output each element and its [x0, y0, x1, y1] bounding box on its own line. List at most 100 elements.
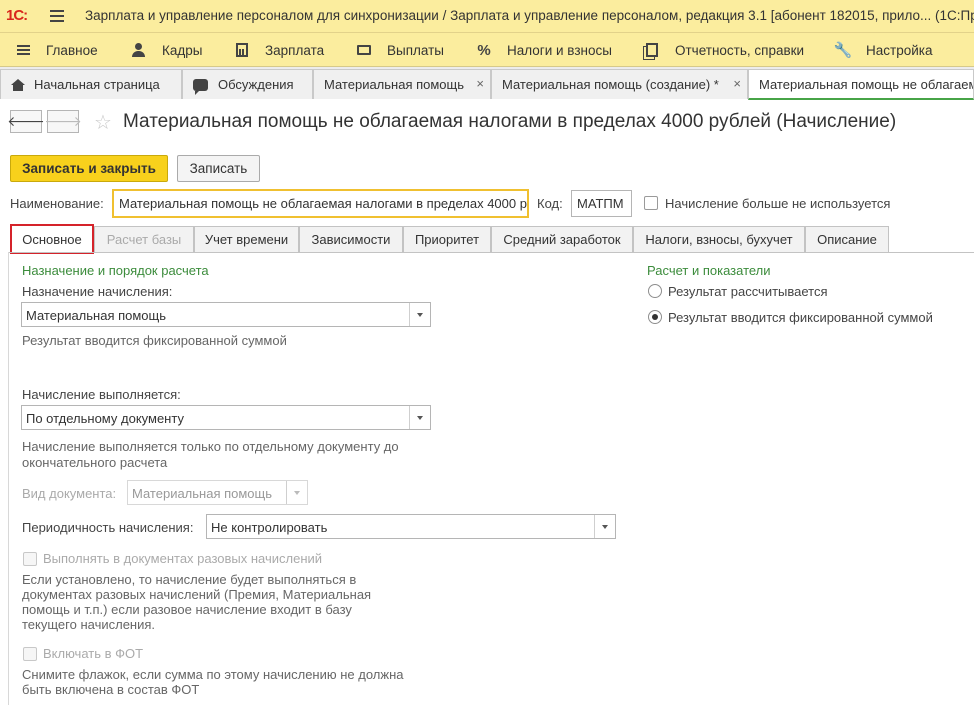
onetime-note-line-4: текущего начисления.	[22, 617, 156, 632]
calculator-icon	[233, 41, 251, 59]
name-field-value: Материальная помощь не облагаемая налога…	[119, 196, 529, 211]
onetime-checkbox-label: Выполнять в документах разовых начислени…	[43, 551, 323, 566]
list-icon	[14, 41, 32, 59]
onetime-note-line-3: помощь и т.п.) если разовое начисление в…	[22, 602, 352, 617]
home-icon	[11, 78, 25, 91]
chevron-down-icon[interactable]	[594, 515, 615, 538]
tab-taxes-accounting[interactable]: Налоги, взносы, бухучет	[633, 226, 805, 253]
tab-time-tracking[interactable]: Учет времени	[194, 226, 299, 253]
unused-checkbox-label: Начисление больше не используется	[665, 196, 891, 211]
tab-panel-border-left	[8, 252, 9, 705]
fot-checkbox-label: Включать в ФОТ	[43, 646, 144, 661]
onetime-note-line-1: Если установлено, то начисление будет вы…	[22, 572, 357, 587]
period-dropdown[interactable]: Не контролировать	[206, 514, 616, 539]
close-icon[interactable]: ×	[733, 76, 741, 91]
arrow-right-icon: 🡒	[44, 113, 82, 129]
hamburger-menu-icon[interactable]	[50, 10, 64, 22]
purpose-label: Назначение начисления:	[22, 284, 173, 299]
tab-description[interactable]: Описание	[805, 226, 889, 253]
radio-fixed[interactable]	[648, 310, 662, 324]
save-button[interactable]: Записать	[177, 155, 260, 182]
tab-label: Материальная помощь не облагаемая налога…	[759, 76, 973, 92]
page-title: Материальная помощь не облагаемая налога…	[123, 111, 897, 132]
menu-item-reports[interactable]: Отчетность, справки	[643, 33, 804, 67]
tab-material-aid-create[interactable]: Материальная помощь (создание) * ×	[491, 69, 748, 99]
menu-item-label: Выплаты	[387, 42, 444, 58]
doc-type-dropdown: Материальная помощь	[127, 480, 308, 505]
main-menu: Главное Кадры Зарплата Выплаты % Налоги …	[0, 33, 974, 67]
menu-item-label: Главное	[46, 42, 98, 58]
period-label: Периодичность начисления:	[22, 520, 194, 535]
unused-checkbox[interactable]	[644, 196, 658, 210]
radio-fixed-label: Результат вводится фиксированной суммой	[668, 310, 933, 325]
fot-checkbox	[23, 647, 37, 661]
purpose-value: Материальная помощь	[26, 308, 167, 323]
menu-item-payments[interactable]: Выплаты	[355, 33, 444, 67]
tab-priority[interactable]: Приоритет	[403, 226, 491, 253]
name-field[interactable]: Материальная помощь не облагаемая налога…	[112, 189, 529, 218]
tab-discussions[interactable]: Обсуждения	[182, 69, 313, 99]
open-windows-tabs: Начальная страница Обсуждения Материальн…	[0, 67, 974, 100]
exec-label: Начисление выполняется:	[22, 387, 181, 402]
wallet-icon	[355, 41, 373, 59]
tab-label: Обсуждения	[218, 77, 294, 92]
menu-item-label: Настройка	[866, 42, 933, 58]
exec-note-line-1: Начисление выполняется только по отдельн…	[22, 439, 399, 454]
code-field-value: МАТПМ	[577, 196, 624, 211]
radio-calculated[interactable]	[648, 284, 662, 298]
purpose-group-title: Назначение и порядок расчета	[22, 263, 209, 278]
calc-group-title: Расчет и показатели	[647, 263, 771, 278]
exec-note-line-2: окончательного расчета	[22, 455, 168, 470]
menu-item-label: Отчетность, справки	[675, 42, 805, 58]
fot-note-line-2: быть включена в состав ФОТ	[22, 682, 200, 697]
save-and-close-button[interactable]: Записать и закрыть	[10, 155, 168, 182]
tab-home[interactable]: Начальная страница	[0, 69, 182, 99]
menu-item-label: Зарплата	[265, 42, 325, 58]
menu-item-salary[interactable]: Зарплата	[233, 33, 324, 67]
purpose-note: Результат вводится фиксированной суммой	[22, 333, 287, 348]
chevron-down-icon[interactable]	[409, 303, 430, 326]
tab-average-earnings[interactable]: Средний заработок	[491, 226, 633, 253]
tab-label: Материальная помощь (создание) *	[502, 77, 719, 92]
title-bar: 1С: Зарплата и управление персоналом для…	[0, 0, 974, 33]
tab-dependencies[interactable]: Зависимости	[299, 226, 403, 253]
menu-item-settings[interactable]: 🔧 Настройка	[833, 33, 933, 67]
exec-value: По отдельному документу	[26, 411, 184, 426]
onetime-checkbox	[23, 552, 37, 566]
menu-item-main[interactable]: Главное	[14, 33, 98, 67]
tab-label: Материальная помощь	[324, 77, 465, 92]
forward-button[interactable]: 🡒	[44, 110, 82, 133]
radio-calculated-label: Результат рассчитывается	[668, 284, 828, 299]
close-icon[interactable]: ×	[476, 76, 484, 91]
tab-base-calculation: Расчет базы	[94, 226, 194, 253]
chat-icon	[193, 78, 208, 95]
people-icon	[130, 41, 148, 59]
tab-label: Начальная страница	[34, 77, 160, 92]
tab-main[interactable]: Основное	[10, 224, 94, 254]
wrench-icon: 🔧	[833, 42, 853, 59]
back-button[interactable]: 🡐	[7, 110, 45, 133]
arrow-left-icon: 🡐	[7, 113, 45, 129]
exec-dropdown[interactable]: По отдельному документу	[21, 405, 431, 430]
menu-item-label: Кадры	[162, 42, 203, 58]
percent-icon: %	[477, 41, 491, 59]
code-label: Код:	[537, 196, 563, 211]
menu-item-label: Налоги и взносы	[507, 42, 612, 58]
period-value: Не контролировать	[211, 520, 328, 535]
doc-type-label: Вид документа:	[22, 486, 117, 501]
app-logo[interactable]: 1С:	[6, 7, 28, 24]
code-field[interactable]: МАТПМ	[571, 190, 632, 217]
purpose-dropdown[interactable]: Материальная помощь	[21, 302, 431, 327]
menu-item-taxes[interactable]: % Налоги и взносы	[475, 33, 612, 67]
chevron-down-icon	[286, 481, 307, 504]
tab-accrual-active[interactable]: Материальная помощь не облагаемая налога…	[748, 69, 974, 100]
tab-panel-border	[8, 252, 974, 253]
name-label: Наименование:	[10, 196, 104, 211]
chevron-down-icon[interactable]	[409, 406, 430, 429]
favorite-star-icon[interactable]: ☆	[94, 110, 112, 135]
menu-item-hr[interactable]: Кадры	[130, 33, 202, 67]
doc-type-value: Материальная помощь	[132, 486, 273, 501]
window-title: Зарплата и управление персоналом для син…	[85, 8, 974, 23]
onetime-note-line-2: документах разовых начислений (Премия, М…	[22, 587, 372, 602]
tab-material-aid-list[interactable]: Материальная помощь ×	[313, 69, 491, 99]
